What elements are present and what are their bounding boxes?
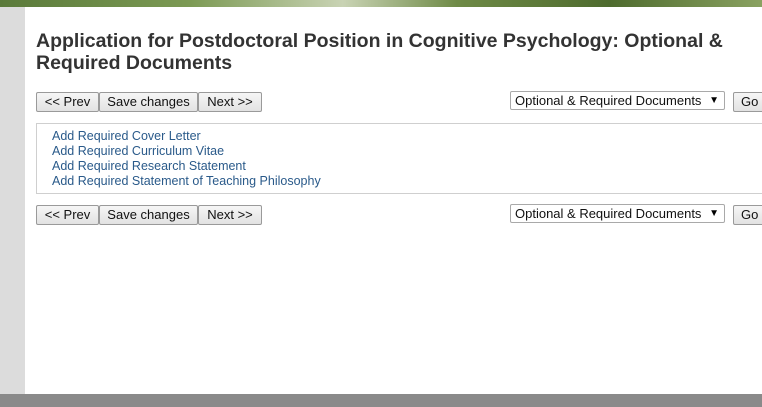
prev-button[interactable]: << Prev [36, 92, 99, 112]
next-button[interactable]: Next >> [198, 92, 262, 112]
dropdown-arrow-icon: ▼ [709, 95, 719, 106]
top-navigation-bar: << Prev Save changes Next >> Optional & … [36, 91, 762, 113]
header-banner-image [0, 0, 762, 7]
documents-list: Add Required Cover Letter Add Required C… [36, 123, 762, 194]
add-research-statement-link[interactable]: Add Required Research Statement [52, 159, 246, 174]
save-changes-button[interactable]: Save changes [99, 205, 198, 225]
bottom-navigation-bar: << Prev Save changes Next >> Optional & … [36, 204, 762, 226]
main-content: Application for Postdoctoral Position in… [25, 7, 762, 394]
next-button[interactable]: Next >> [198, 205, 262, 225]
add-cover-letter-link[interactable]: Add Required Cover Letter [52, 129, 201, 144]
dropdown-arrow-icon: ▼ [709, 208, 719, 219]
section-select[interactable]: Optional & Required Documents ▼ [510, 204, 725, 223]
save-changes-button[interactable]: Save changes [99, 92, 198, 112]
section-select-value: Optional & Required Documents [515, 206, 702, 221]
bottom-bar [0, 394, 762, 407]
add-teaching-philosophy-link[interactable]: Add Required Statement of Teaching Philo… [52, 174, 321, 189]
prev-button[interactable]: << Prev [36, 205, 99, 225]
go-button[interactable]: Go [733, 92, 762, 112]
add-curriculum-vitae-link[interactable]: Add Required Curriculum Vitae [52, 144, 224, 159]
left-margin-bar [0, 7, 25, 394]
section-select-value: Optional & Required Documents [515, 93, 702, 108]
section-select[interactable]: Optional & Required Documents ▼ [510, 91, 725, 110]
page-title: Application for Postdoctoral Position in… [36, 30, 723, 74]
go-button[interactable]: Go [733, 205, 762, 225]
